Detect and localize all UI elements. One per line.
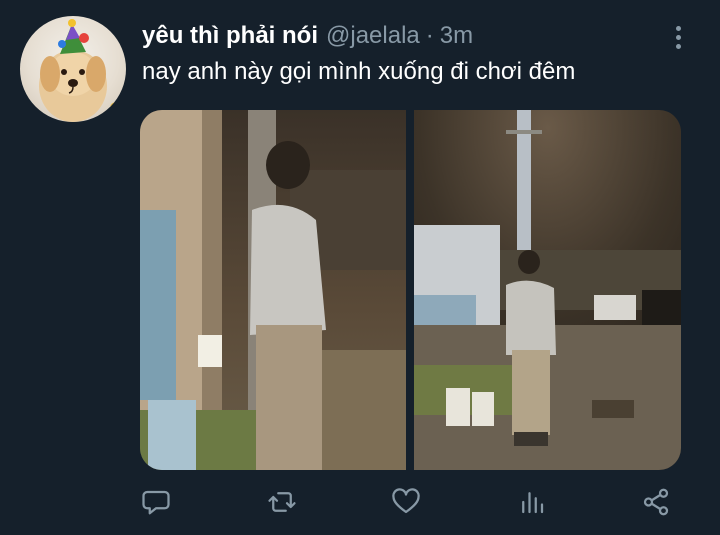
share-button[interactable] [636, 482, 676, 522]
timestamp[interactable]: 3m [440, 22, 473, 50]
photo-left[interactable] [140, 110, 406, 470]
analytics-button[interactable] [512, 482, 552, 522]
photo-right[interactable] [414, 110, 681, 470]
tweet-header: yêu thì phải nói @jaelala · 3m [142, 22, 473, 52]
media-grid [140, 110, 681, 470]
avatar[interactable] [20, 16, 126, 122]
tweet-text: nay anh này gọi mình xuống đi chơi đêm [142, 58, 576, 85]
display-name[interactable]: yêu thì phải nói [142, 22, 318, 50]
separator-dot: · [425, 22, 434, 49]
reply-button[interactable] [136, 482, 176, 522]
more-options-button[interactable] [664, 22, 692, 52]
puppy-avatar-icon [24, 19, 122, 122]
analytics-icon [522, 492, 544, 514]
action-bar [140, 482, 680, 522]
more-dot-icon [675, 34, 681, 40]
reply-icon [142, 490, 170, 515]
more-dot-icon [675, 43, 681, 49]
retweet-icon [268, 492, 296, 512]
like-button[interactable] [386, 482, 426, 522]
user-handle[interactable]: @jaelala [326, 22, 420, 50]
night-photo-right-icon [414, 110, 681, 470]
night-photo-left-icon [140, 110, 406, 470]
retweet-button[interactable] [262, 482, 302, 522]
more-dot-icon [675, 25, 681, 31]
heart-icon [392, 488, 420, 514]
share-icon [643, 488, 669, 516]
